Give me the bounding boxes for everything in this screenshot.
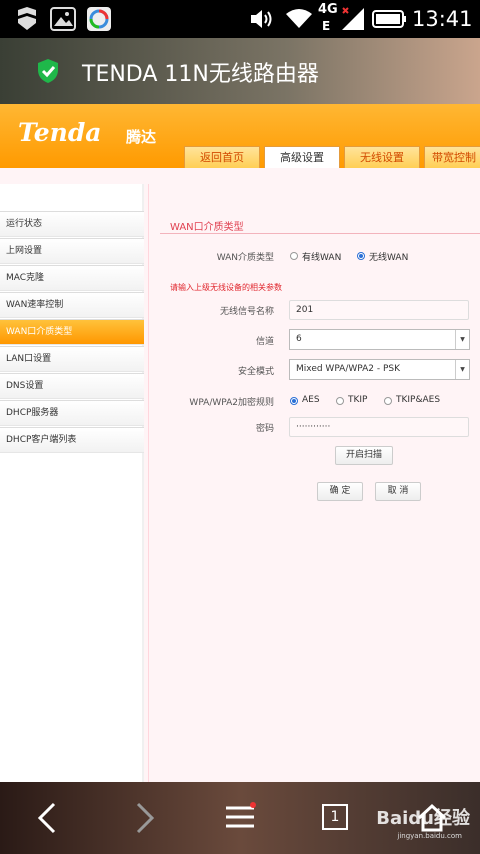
tab-wireless[interactable]: 无线设置 <box>344 146 420 168</box>
password-label: 密码 <box>255 424 274 434</box>
sidebar-item-wan-media[interactable]: WAN口介质类型 <box>0 319 144 345</box>
app-notification-icon <box>87 7 111 31</box>
volume-icon <box>251 10 272 28</box>
radio-aes-label: AES <box>302 395 320 405</box>
security-label: 安全模式 <box>237 367 274 377</box>
scan-button[interactable]: 开启扫描 <box>335 446 393 465</box>
password-input[interactable]: ············ <box>289 417 469 437</box>
cipher-label: WPA/WPA2加密规则 <box>189 398 274 408</box>
gallery-notification-icon <box>50 7 76 31</box>
sidebar-item-dhcp-clients[interactable]: DHCP客户端列表 <box>0 427 144 453</box>
security-select[interactable]: Mixed WPA/WPA2 - PSK ▼ <box>289 359 470 380</box>
back-icon[interactable] <box>36 802 60 834</box>
sidebar-item-status[interactable]: 运行状态 <box>0 211 144 237</box>
signal-icon <box>342 7 364 30</box>
section-title: WAN口介质类型 <box>170 222 244 233</box>
channel-value: 6 <box>296 334 302 344</box>
section-divider <box>160 233 480 234</box>
radio-tkip[interactable] <box>336 397 344 405</box>
channel-label: 信道 <box>255 337 274 347</box>
tabs-button[interactable]: 1 <box>322 804 348 830</box>
tenda-logo: Tenda <box>18 118 102 147</box>
menu-icon[interactable] <box>224 802 256 832</box>
tab-bandwidth[interactable]: 带宽控制 <box>424 146 480 168</box>
tab-advanced[interactable]: 高级设置 <box>264 146 340 168</box>
wifi-icon <box>286 9 312 28</box>
secure-shield-icon <box>38 59 58 83</box>
baidu-watermark-url: jingyan.baidu.com <box>397 832 462 840</box>
radio-aes[interactable] <box>290 397 298 405</box>
radio-wireless-wan-label: 无线WAN <box>369 253 409 263</box>
cancel-button[interactable]: 取 消 <box>375 482 421 501</box>
page-title: TENDA 11N无线路由器 <box>82 62 319 87</box>
ok-button[interactable]: 确 定 <box>317 482 363 501</box>
settings-panel <box>148 184 480 782</box>
sidebar-item-internet[interactable]: 上网设置 <box>0 238 144 264</box>
tenda-logo-cn: 腾达 <box>126 128 157 146</box>
network-subtype: E <box>322 19 331 33</box>
instruction-note: 请输入上级无线设备的相关参数 <box>170 283 282 292</box>
status-bar: 4G E 13:41 <box>0 0 480 38</box>
tab-home[interactable]: 返回首页 <box>184 146 260 168</box>
security-value: Mixed WPA/WPA2 - PSK <box>296 364 401 374</box>
radio-tkip-label: TKIP <box>348 395 368 405</box>
radio-tkip-aes-label: TKIP&AES <box>396 395 441 405</box>
ssid-label: 无线信号名称 <box>219 307 274 317</box>
sidebar-item-dhcp-server[interactable]: DHCP服务器 <box>0 400 144 426</box>
chevron-down-icon: ▼ <box>455 360 469 379</box>
battery-icon <box>372 10 406 28</box>
sidebar-item-lan[interactable]: LAN口设置 <box>0 346 144 372</box>
shield-notification-icon <box>18 7 36 30</box>
sidebar-item-mac-clone[interactable]: MAC克隆 <box>0 265 144 291</box>
tabs-count: 1 <box>330 809 340 825</box>
browser-bottom-bar: 1 Baidu经验 jingyan.baidu.com <box>0 782 480 854</box>
sidebar-item-dns[interactable]: DNS设置 <box>0 373 144 399</box>
channel-select[interactable]: 6 ▼ <box>289 329 470 350</box>
ssid-input[interactable]: 201 <box>289 300 469 320</box>
wan-type-label: WAN介质类型 <box>216 253 274 263</box>
radio-wireless-wan[interactable] <box>357 252 365 260</box>
radio-wired-wan-label: 有线WAN <box>302 253 342 263</box>
sidebar-item-wan-speed[interactable]: WAN速率控制 <box>0 292 144 318</box>
browser-title-bar: TENDA 11N无线路由器 <box>0 38 480 104</box>
chevron-down-icon: ▼ <box>455 330 469 349</box>
baidu-watermark: Baidu经验 <box>376 808 470 829</box>
radio-wired-wan[interactable] <box>290 252 298 260</box>
network-type: 4G <box>318 2 338 17</box>
radio-tkip-aes[interactable] <box>384 397 392 405</box>
forward-icon[interactable] <box>132 802 156 834</box>
clock: 13:41 <box>412 7 473 31</box>
sidebar: 运行状态 上网设置 MAC克隆 WAN速率控制 WAN口介质类型 LAN口设置 … <box>0 184 144 782</box>
